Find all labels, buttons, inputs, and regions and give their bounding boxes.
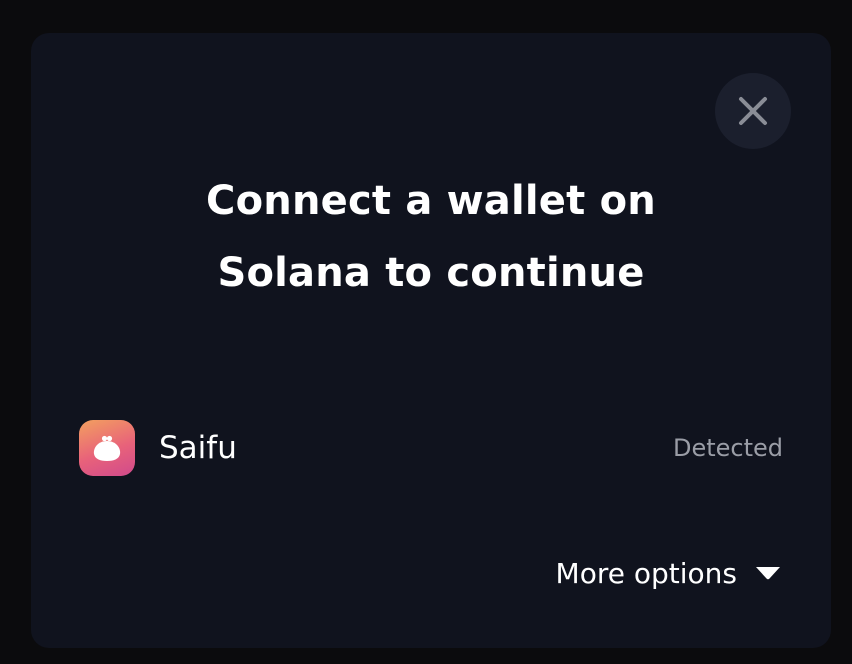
connect-wallet-modal: Connect a wallet on Solana to continue S… <box>31 33 831 648</box>
saifu-logo-icon <box>79 420 135 476</box>
caret-down-icon <box>756 567 780 580</box>
modal-title-line-2: Solana to continue <box>217 250 645 296</box>
close-button[interactable] <box>715 73 791 149</box>
more-options-button[interactable]: More options <box>556 553 781 593</box>
modal-title: Connect a wallet on Solana to continue <box>131 165 731 309</box>
close-icon <box>739 97 767 125</box>
wallet-option-saifu[interactable]: Saifu Detected <box>61 413 801 483</box>
wallet-status-badge: Detected <box>672 434 783 462</box>
modal-title-line-1: Connect a wallet on <box>206 178 656 224</box>
more-options-label: More options <box>555 556 737 590</box>
wallet-name: Saifu <box>159 430 237 466</box>
